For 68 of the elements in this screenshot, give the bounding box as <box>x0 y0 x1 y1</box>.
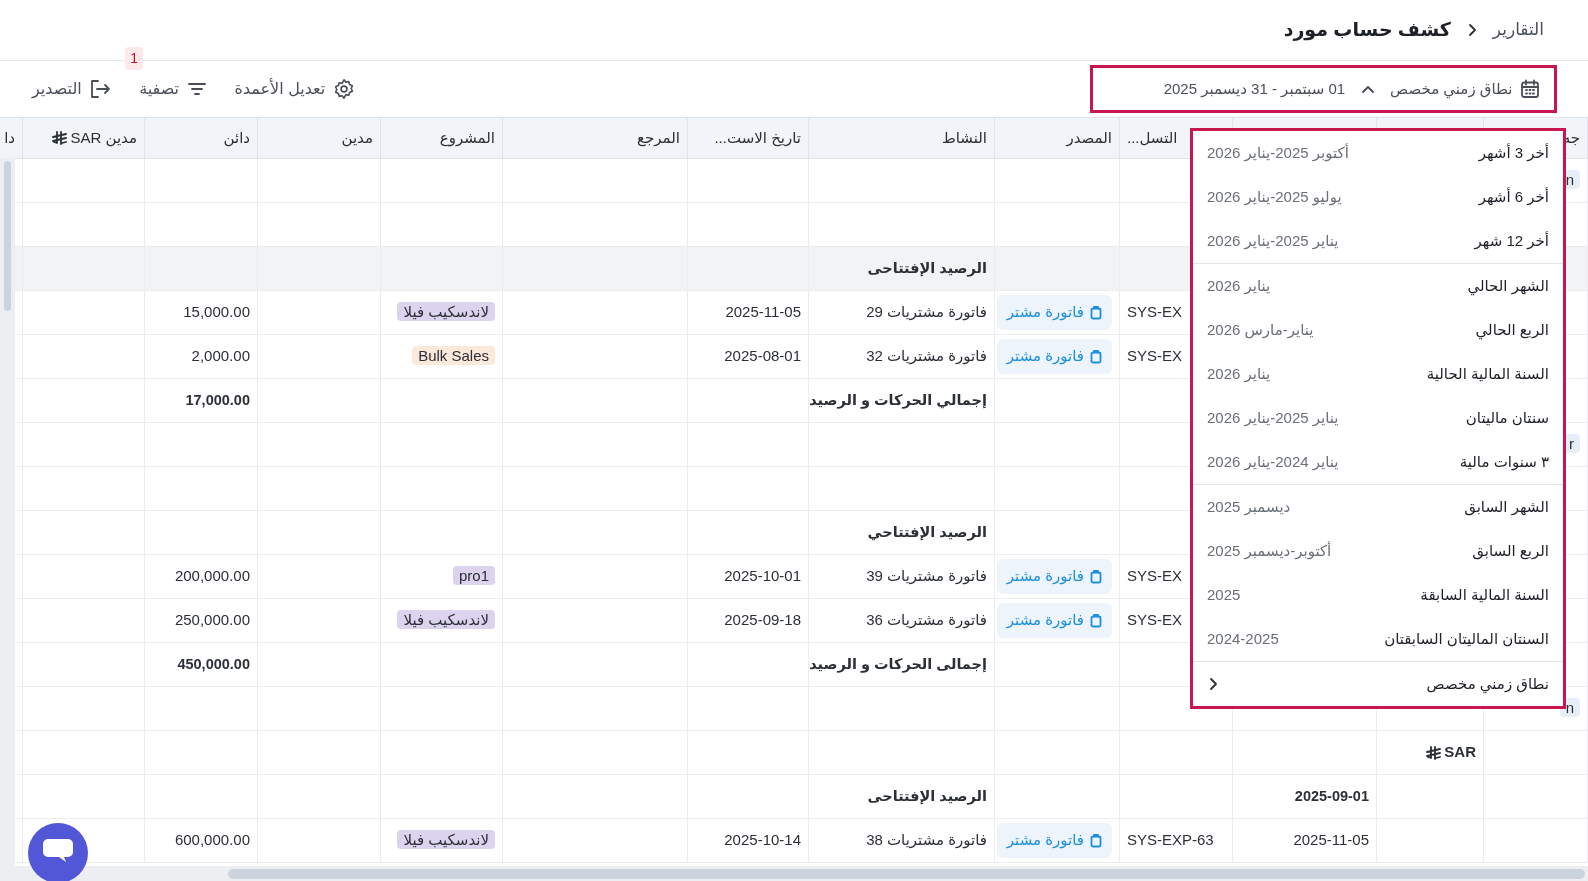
clipboard-icon <box>1090 305 1102 320</box>
project-tag: لاندسكيب فيلا <box>397 610 495 630</box>
breadcrumb-link[interactable]: التقارير <box>1492 17 1544 43</box>
column-header[interactable]: دائن <box>144 117 258 159</box>
date-range-button[interactable]: نطاق زمني مخصص 01 سبتمبر - 31 ديسمبر 2025 <box>1090 65 1557 113</box>
table-cell: 2025-10-01 <box>687 554 809 599</box>
chat-icon <box>42 838 74 864</box>
column-header[interactable]: المرجع <box>502 117 688 159</box>
count-badge: 1 <box>125 47 143 70</box>
table-cell: 250,000.00 <box>144 598 258 643</box>
table-cell: 2025-10-14 <box>687 818 809 863</box>
column-header[interactable]: دا <box>0 117 23 159</box>
horizontal-scrollbar[interactable] <box>15 866 1588 881</box>
menu-item[interactable]: نطاق زمني مخصص <box>1193 662 1563 706</box>
scroll-thumb[interactable] <box>228 869 1585 879</box>
table-cell: فاتورة مشتريات 36 <box>808 598 995 643</box>
project-tag: لاندسكيب فيلا <box>397 302 495 322</box>
table-cell: 2,000.00 <box>144 334 258 379</box>
menu-item[interactable]: أخر 12 شهر يناير 2025-يناير 2026 <box>1193 219 1563 263</box>
table-cell: 17,000.00 <box>144 378 258 423</box>
page-title: كشف حساب مورد <box>1283 17 1451 43</box>
table-cell: إجمالي الحركات و الرصيد <box>808 378 995 423</box>
clipboard-icon <box>1090 349 1102 364</box>
column-header[interactable]: النشاط <box>808 117 995 159</box>
table-cell: فاتورة مشتريات 29 <box>808 290 995 335</box>
table-cell: الرصيد الإفتتاحى <box>808 774 995 819</box>
table-cell: 2025-11-05 <box>1232 818 1377 863</box>
column-header[interactable]: مدين <box>257 117 381 159</box>
clipboard-icon <box>1090 833 1102 848</box>
table-cell: SYS-EXP-63 <box>1119 818 1233 863</box>
chat-button[interactable] <box>28 823 88 881</box>
vertical-scrollbar[interactable] <box>0 158 15 881</box>
table-cell: الرصيد الإفتتاحي <box>808 510 995 555</box>
table-cell: 2025-11-05 <box>687 290 809 335</box>
clipboard-icon <box>1090 613 1102 628</box>
toolbar-button[interactable]: تعديل الأعمدة <box>234 77 355 101</box>
project-tag: لاندسكيب فيلا <box>397 830 495 850</box>
table-cell: فاتورة مشتريات 39 <box>808 554 995 599</box>
date-range-label: نطاق زمني مخصص <box>1390 78 1513 101</box>
export-icon <box>89 79 112 99</box>
table-cell: 15,000.00 <box>144 290 258 335</box>
calendar-icon <box>1520 79 1540 99</box>
settings-icon <box>332 78 355 100</box>
table-cell: 200,000.00 <box>144 554 258 599</box>
table-cell: 600,000.00 <box>144 818 258 863</box>
project-tag: pro1 <box>452 566 495 586</box>
table-cell: الرصيد الإفتتاحى <box>808 246 995 291</box>
table-cell: فاتورة مشتريات 32 <box>808 334 995 379</box>
menu-item[interactable]: ٣ سنوات مالية يناير 2024-يناير 2026 <box>1193 440 1563 484</box>
riyal-icon <box>1425 745 1441 760</box>
menu-item[interactable]: الشهر السابق ديسمبر 2025 <box>1193 485 1563 529</box>
project-tag: Bulk Sales <box>412 346 495 366</box>
toolbar-button[interactable]: التصدير <box>32 77 112 101</box>
date-range-value: 01 سبتمبر - 31 ديسمبر 2025 <box>1163 78 1346 100</box>
column-header[interactable]: المصدر <box>994 117 1120 159</box>
menu-item[interactable]: سنتان ماليتان يناير 2025-يناير 2026 <box>1193 396 1563 440</box>
currency-label: SAR <box>1425 741 1476 764</box>
scroll-thumb[interactable] <box>4 161 11 311</box>
table-cell: 450,000.00 <box>144 642 258 687</box>
filter-icon <box>186 81 207 97</box>
clipboard-icon <box>1090 569 1102 584</box>
column-header[interactable]: المشروع <box>380 117 503 159</box>
column-header[interactable]: تاريخ الاست... <box>687 117 809 159</box>
table-cell: 2025-08-01 <box>687 334 809 379</box>
table-cell: 2025-09-01 <box>1232 774 1377 819</box>
table-cell: 2025-09-18 <box>687 598 809 643</box>
table-cell: إجمالى الحركات و الرصيد <box>808 642 995 687</box>
table-cell: فاتورة مشتريات 38 <box>808 818 995 863</box>
